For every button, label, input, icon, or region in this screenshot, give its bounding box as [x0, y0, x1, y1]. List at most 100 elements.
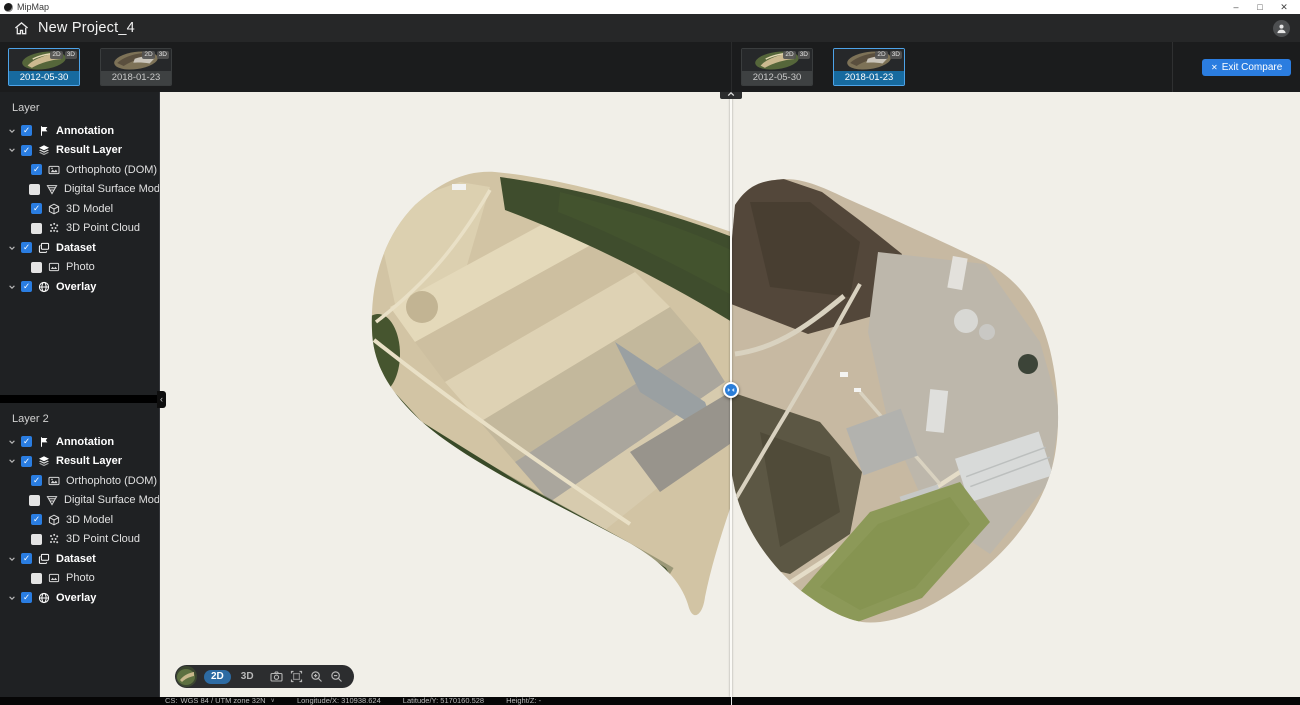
- camera-icon[interactable]: [270, 670, 283, 683]
- chevron-down-icon[interactable]: [8, 437, 18, 447]
- chevron-down-icon[interactable]: [8, 554, 18, 564]
- chevron-down-icon[interactable]: [8, 145, 18, 155]
- dataset-card-2012-05-30[interactable]: 2D3D2012-05-30: [741, 48, 813, 86]
- chevron-down-icon[interactable]: [8, 126, 18, 136]
- layer-checkbox[interactable]: ✓: [31, 475, 42, 486]
- layer-checkbox[interactable]: ✓: [21, 553, 32, 564]
- dataset-date-label: 2018-01-23: [834, 71, 904, 85]
- maximize-button[interactable]: □: [1248, 0, 1272, 14]
- overlay-icon: [38, 592, 50, 604]
- dataset-date-label: 2012-05-30: [9, 71, 79, 85]
- photo-icon: [48, 572, 60, 584]
- layer-panel-1: Layer ✓Annotation✓Result Layer✓Orthophot…: [0, 92, 159, 395]
- layer-checkbox[interactable]: ✓: [21, 592, 32, 603]
- status-field-longitude-x: Longitude/X: 310938.624: [297, 697, 381, 705]
- dataset-thumbnail: 2D3D: [742, 49, 812, 71]
- layer-item-3d-model[interactable]: ✓3D Model: [0, 510, 159, 530]
- dataset-card-2012-05-30[interactable]: 2D3D2012-05-30: [8, 48, 80, 86]
- zoom-in-icon[interactable]: [310, 670, 323, 683]
- dataset-card-2018-01-23[interactable]: 2D3D2018-01-23: [833, 48, 905, 86]
- layer-item-3d-point-cloud[interactable]: 3D Point Cloud: [0, 530, 159, 550]
- layer-checkbox[interactable]: ✓: [31, 203, 42, 214]
- layer-item-dataset[interactable]: ✓Dataset: [0, 549, 159, 569]
- layer-checkbox[interactable]: [31, 223, 42, 234]
- layer-item-photo[interactable]: Photo: [0, 569, 159, 589]
- chevron-down-icon[interactable]: [8, 456, 18, 466]
- dataset-card-2018-01-23[interactable]: 2D3D2018-01-23: [100, 48, 172, 86]
- status-divider-tick: [731, 697, 732, 705]
- view-2d-button[interactable]: 2D: [204, 670, 231, 684]
- layer-item-digital-surface-mod[interactable]: Digital Surface Mod...: [0, 491, 159, 511]
- layer-checkbox[interactable]: ✓: [31, 164, 42, 175]
- status-bar: CS: WGS 84 / UTM zone 32N ∨ Longitude/X:…: [0, 697, 1300, 705]
- chevron-down-icon[interactable]: [8, 593, 18, 603]
- layer-item-annotation[interactable]: ✓Annotation: [0, 121, 159, 141]
- minimize-button[interactable]: –: [1224, 0, 1248, 14]
- sidebar-collapse-handle[interactable]: ‹: [157, 391, 166, 408]
- layer-checkbox[interactable]: ✓: [21, 145, 32, 156]
- layer-item-orthophoto-dom[interactable]: ✓Orthophoto (DOM): [0, 160, 159, 180]
- layer-tree-2: ✓Annotation✓Result Layer✓Orthophoto (DOM…: [0, 432, 159, 608]
- layer-item-result-layer[interactable]: ✓Result Layer: [0, 141, 159, 161]
- layer-checkbox[interactable]: ✓: [31, 514, 42, 525]
- layer-checkbox[interactable]: [31, 573, 42, 584]
- layer-checkbox[interactable]: [29, 184, 40, 195]
- extent-icon[interactable]: [290, 670, 303, 683]
- layer-item-photo[interactable]: Photo: [0, 258, 159, 278]
- layer-sidebar: Layer ✓Annotation✓Result Layer✓Orthophot…: [0, 92, 160, 697]
- close-icon: ✕: [1211, 64, 1218, 72]
- layer-item-annotation[interactable]: ✓Annotation: [0, 432, 159, 452]
- layer-checkbox[interactable]: ✓: [21, 125, 32, 136]
- compare-slider-handle[interactable]: [723, 382, 739, 398]
- close-button[interactable]: ✕: [1272, 0, 1296, 14]
- layer-checkbox[interactable]: [31, 534, 42, 545]
- layer-checkbox[interactable]: ✓: [21, 281, 32, 292]
- overlay-icon: [38, 281, 50, 293]
- layer-item-overlay[interactable]: ✓Overlay: [0, 588, 159, 608]
- minimap-thumbnail[interactable]: [176, 666, 197, 687]
- layer-item-overlay[interactable]: ✓Overlay: [0, 277, 159, 297]
- app-header: New Project_4: [0, 14, 1300, 42]
- dsm-icon: [46, 183, 58, 195]
- dataset-icon: [38, 242, 50, 254]
- badge-2d: 2D: [783, 51, 795, 59]
- user-avatar[interactable]: [1273, 20, 1290, 37]
- status-field-latitude-y: Latitude/Y: 5170160.528: [403, 697, 484, 705]
- layers-icon: [38, 144, 50, 156]
- home-icon[interactable]: [14, 21, 29, 36]
- strip-separator: [1172, 42, 1173, 92]
- dataset-date-label: 2018-01-23: [101, 71, 171, 85]
- coordinate-system-selector[interactable]: CS: WGS 84 / UTM zone 32N ∨: [165, 697, 275, 705]
- exit-compare-button[interactable]: ✕ Exit Compare: [1202, 59, 1291, 76]
- layer-item-digital-surface-mod[interactable]: Digital Surface Mod...: [0, 180, 159, 200]
- layer-item-3d-point-cloud[interactable]: 3D Point Cloud: [0, 219, 159, 239]
- chevron-down-icon[interactable]: [8, 282, 18, 292]
- point-cloud-icon: [48, 222, 60, 234]
- badge-2d: 2D: [875, 51, 887, 59]
- layer-item-3d-model[interactable]: ✓3D Model: [0, 199, 159, 219]
- status-field-height-z: Height/Z: -: [506, 697, 541, 705]
- layer-checkbox[interactable]: ✓: [21, 242, 32, 253]
- zoom-out-icon[interactable]: [330, 670, 343, 683]
- layer-checkbox[interactable]: [31, 262, 42, 273]
- layer-checkbox[interactable]: [29, 495, 40, 506]
- dataset-thumbnail: 2D3D: [834, 49, 904, 71]
- panel-divider[interactable]: [0, 395, 159, 403]
- compare-slider-top-tab[interactable]: [720, 92, 742, 99]
- layer-panel-2-title: Layer 2: [0, 403, 159, 432]
- badge-3d: 3D: [798, 51, 810, 59]
- badge-3d: 3D: [65, 51, 77, 59]
- layer-checkbox[interactable]: ✓: [21, 436, 32, 447]
- chevron-down-icon: ∨: [271, 697, 275, 705]
- right-pane-dataset-cards: 2D3D2012-05-302D3D2018-01-23: [741, 48, 905, 86]
- layer-item-dataset[interactable]: ✓Dataset: [0, 238, 159, 258]
- flag-icon: [38, 436, 50, 448]
- point-cloud-icon: [48, 533, 60, 545]
- map-viewport[interactable]: 2D 3D: [160, 92, 1300, 697]
- layer-item-result-layer[interactable]: ✓Result Layer: [0, 452, 159, 472]
- layer-item-orthophoto-dom[interactable]: ✓Orthophoto (DOM): [0, 471, 159, 491]
- strip-divider-line: [731, 42, 732, 92]
- view-3d-button[interactable]: 3D: [238, 670, 257, 683]
- chevron-down-icon[interactable]: [8, 243, 18, 253]
- layer-checkbox[interactable]: ✓: [21, 456, 32, 467]
